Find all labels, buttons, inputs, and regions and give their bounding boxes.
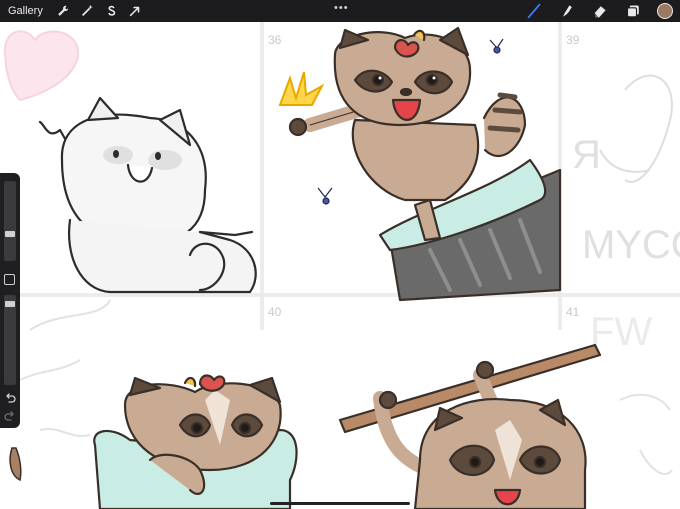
brush-size-slider[interactable] xyxy=(4,181,16,261)
gallery-button[interactable]: Gallery xyxy=(8,5,43,17)
transform-arrow-icon[interactable] xyxy=(127,3,143,19)
opacity-thumb[interactable] xyxy=(5,301,15,307)
brush-icon[interactable] xyxy=(524,1,544,21)
sketch-letter: Я xyxy=(572,133,601,177)
pillow-raccoon xyxy=(93,374,298,509)
redo-icon[interactable] xyxy=(4,409,16,421)
layers-icon[interactable] xyxy=(623,1,643,21)
smudge-icon[interactable] xyxy=(557,1,577,21)
white-raccoon xyxy=(38,96,257,294)
brush-doodle xyxy=(9,447,22,482)
panel-number-39: 39 xyxy=(566,33,580,47)
heart-sketch xyxy=(3,30,80,102)
selection-s-icon[interactable] xyxy=(103,3,119,19)
more-options-button[interactable]: ••• xyxy=(334,2,349,14)
canvas-drawing: Я MYCO FW xyxy=(0,22,680,509)
home-indicator xyxy=(270,502,410,505)
sketch-letters-fw: FW xyxy=(590,310,652,354)
panel-number-40: 40 xyxy=(268,305,282,319)
sparkle-drawing xyxy=(278,71,325,106)
magic-wand-icon[interactable] xyxy=(79,3,95,19)
right-tools xyxy=(511,0,676,22)
sketch-word: MYCO xyxy=(582,223,680,267)
brush-size-thumb[interactable] xyxy=(5,231,15,237)
panel-3-sketch xyxy=(599,74,673,183)
brush-sidebar xyxy=(0,173,20,428)
eraser-icon[interactable] xyxy=(590,1,610,21)
color-swatch[interactable] xyxy=(657,3,673,19)
trashcan-raccoon xyxy=(288,26,562,302)
panel-number-41: 41 xyxy=(566,305,580,319)
top-toolbar: Gallery ••• xyxy=(0,0,680,22)
panel-number-36: 36 xyxy=(268,33,282,47)
wrench-icon[interactable] xyxy=(55,3,71,19)
stick-raccoon xyxy=(338,343,602,509)
opacity-slider[interactable] xyxy=(4,295,16,385)
modify-button[interactable] xyxy=(4,274,15,285)
undo-icon[interactable] xyxy=(4,391,16,403)
canvas[interactable]: Я MYCO FW xyxy=(0,22,680,509)
